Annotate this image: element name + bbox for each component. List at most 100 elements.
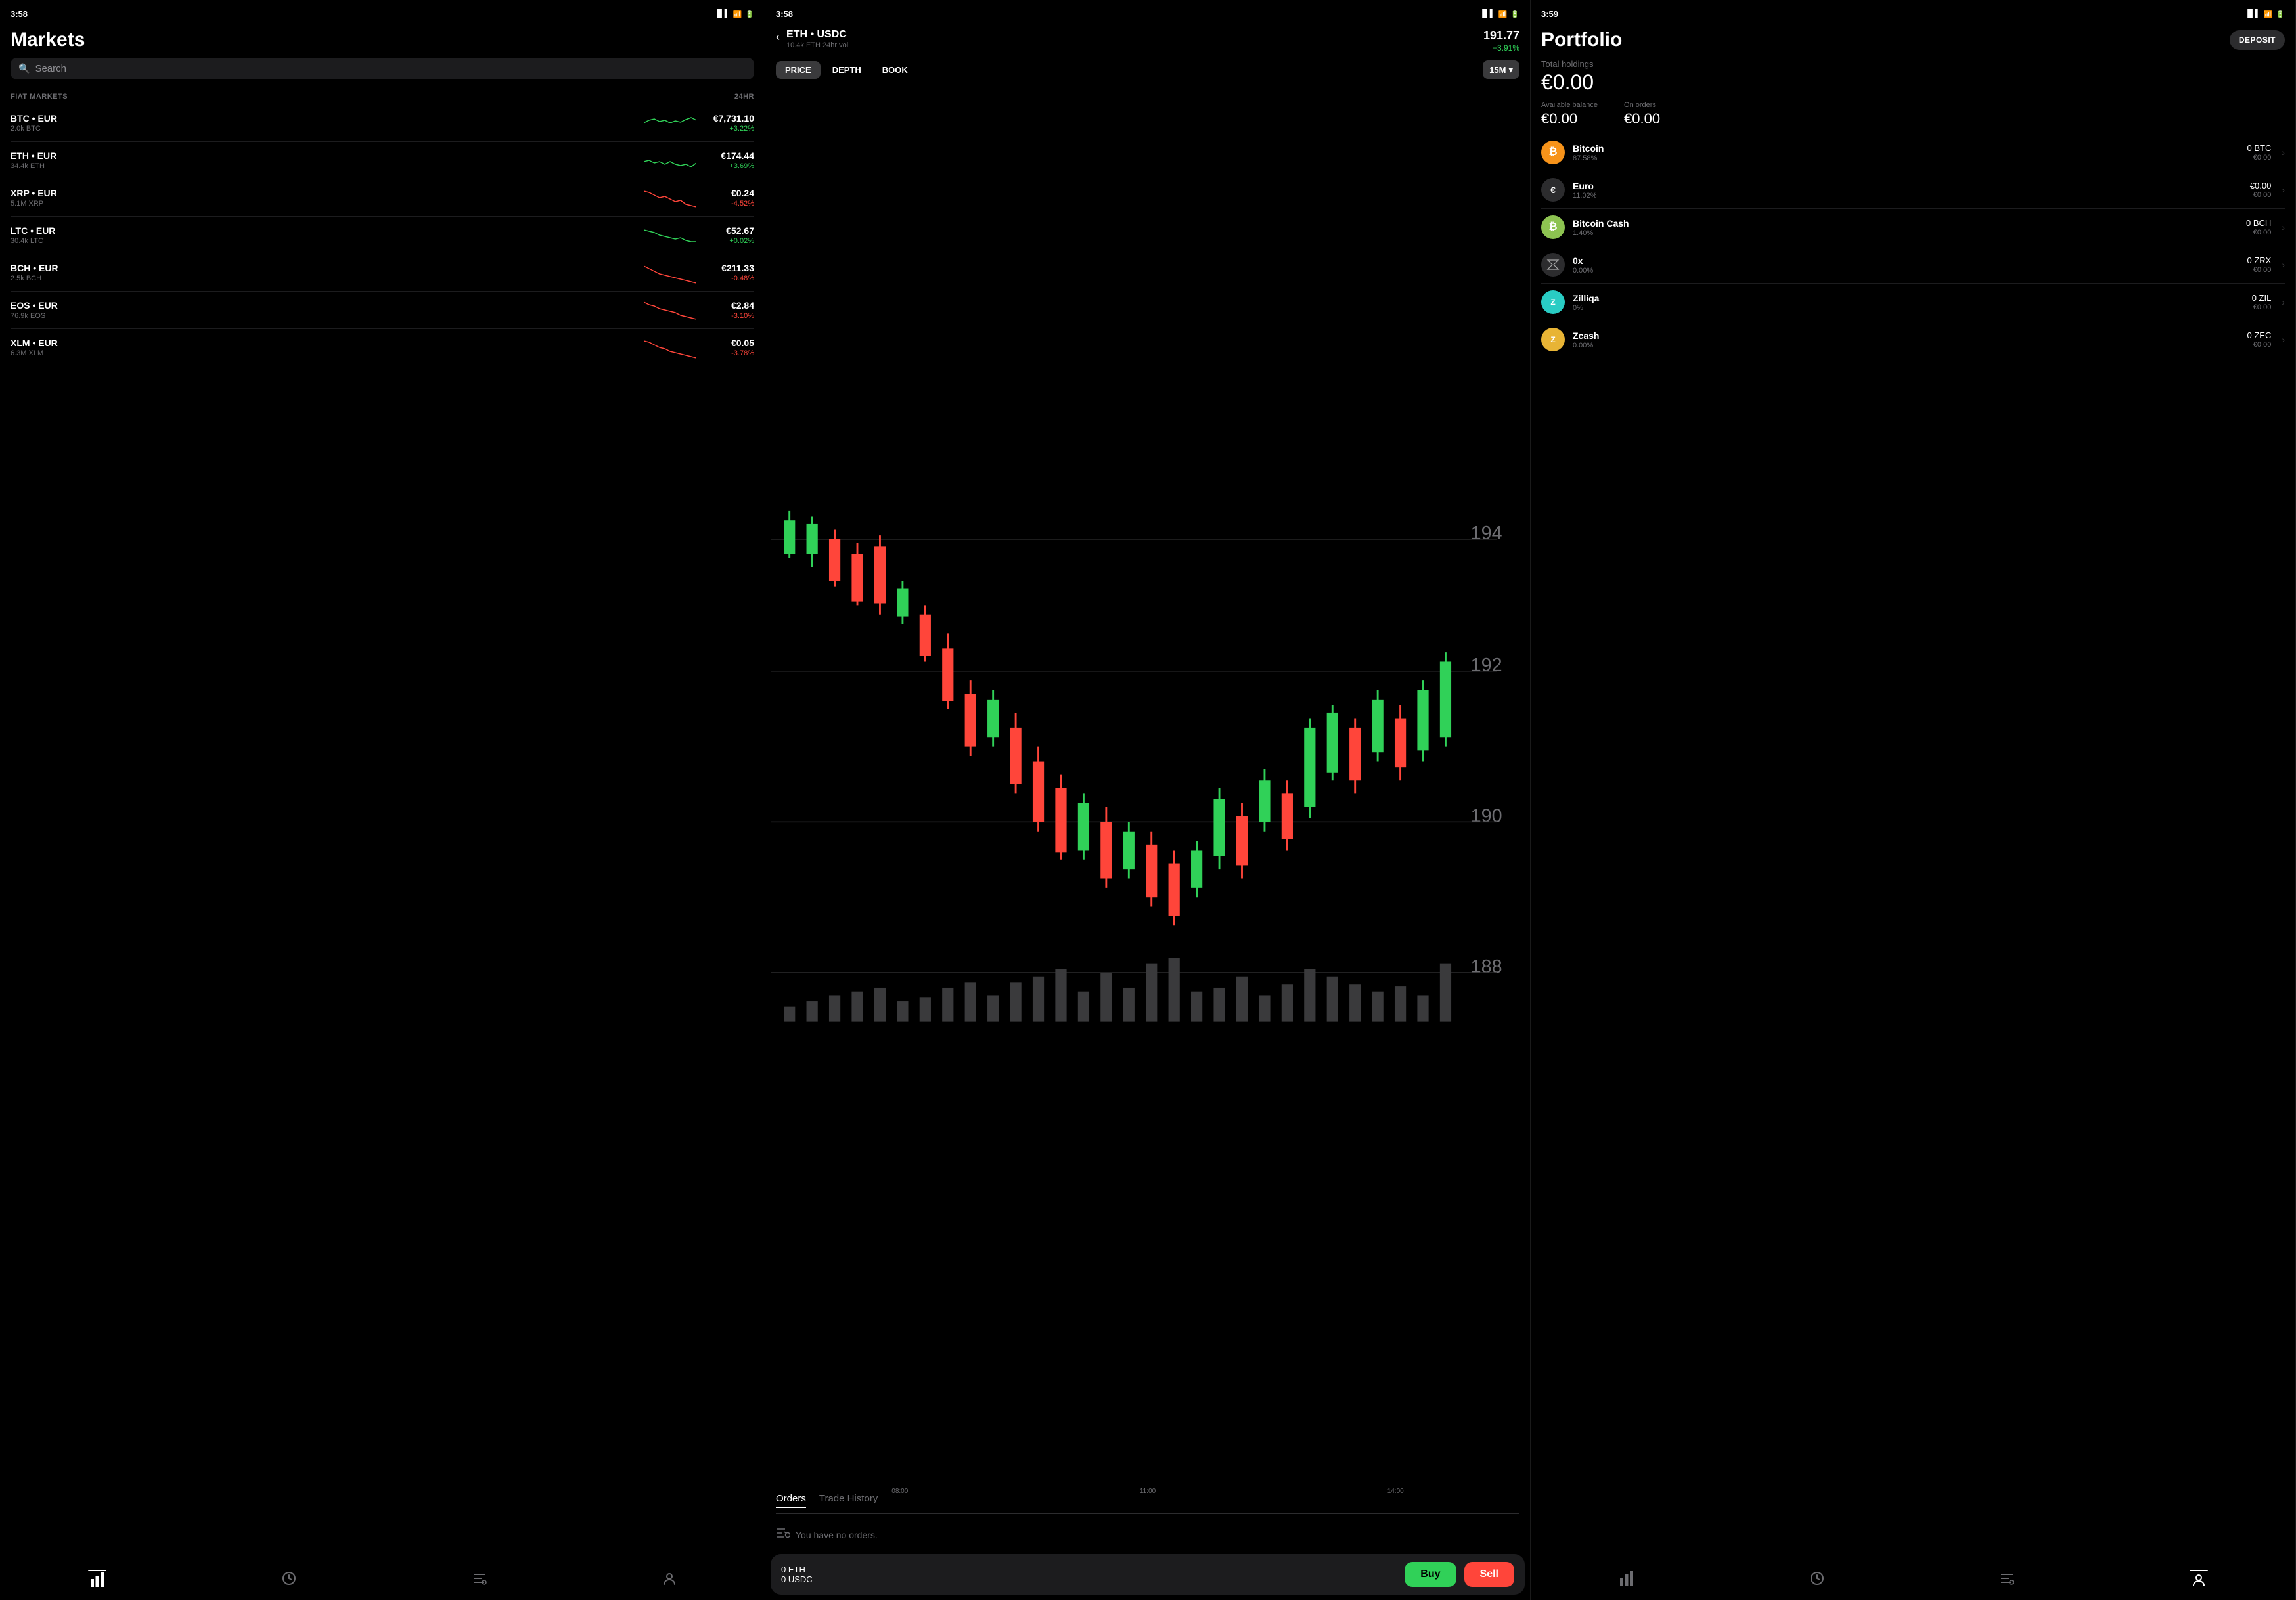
holding-item-zrx[interactable]: 0x 0.00% 0 ZRX €0.00 › [1541, 246, 2285, 284]
search-placeholder: Search [35, 63, 66, 74]
holding-name-btc: Bitcoin [1573, 143, 2239, 154]
market-pair-btc: BTC • EUR [11, 113, 639, 123]
nav-portfolio-chart[interactable] [1619, 1571, 1634, 1586]
portfolio-panel: 3:59 ▐▌▌ 📶 🔋 Portfolio DEPOSIT Total hol… [1531, 0, 2296, 1600]
price-change-xrp: -4.52% [702, 200, 754, 208]
market-item-bch[interactable]: BCH • EUR 2.5k BCH €211.33 -0.48% [11, 254, 754, 292]
chevron-icon-btc: › [2282, 147, 2285, 158]
search-icon: 🔍 [18, 63, 30, 74]
nav-portfolio-orders[interactable] [2000, 1571, 2014, 1586]
deposit-button[interactable]: DEPOSIT [2230, 30, 2285, 50]
price-change-xlm: -3.78% [702, 349, 754, 357]
market-item-eth[interactable]: ETH • EUR 34.4k ETH €174.44 +3.69% [11, 142, 754, 179]
market-pair-ltc: LTC • EUR [11, 225, 639, 236]
chevron-down-icon: ▾ [1508, 64, 1513, 75]
market-price-xrp: €0.24 -4.52% [702, 188, 754, 208]
market-item-ltc[interactable]: LTC • EUR 30.4k LTC €52.67 +0.02% [11, 217, 754, 254]
market-info-xlm: XLM • EUR 6.3M XLM [11, 338, 639, 357]
bottom-nav-markets [0, 1563, 765, 1600]
holding-info-bch: Bitcoin Cash 1.40% [1573, 218, 2238, 237]
chevron-icon-bch: › [2282, 222, 2285, 233]
tab-book[interactable]: BOOK [873, 61, 917, 79]
market-price-ltc: €52.67 +0.02% [702, 225, 754, 245]
market-price-btc: €7,731.10 +3.22% [702, 113, 754, 133]
market-info-eos: EOS • EUR 76.9k EOS [11, 300, 639, 320]
tab-price[interactable]: PRICE [776, 61, 821, 79]
price-value-eth: €174.44 [702, 150, 754, 161]
available-balance-col: Available balance €0.00 [1541, 101, 1598, 127]
available-value: €0.00 [1541, 110, 1598, 127]
markets-panel: 3:58 ▐▌▌ 📶 🔋 Markets 🔍 Search FIAT MARKE… [0, 0, 765, 1600]
nav-markets-history[interactable] [282, 1571, 296, 1586]
holding-eur-zil: €0.00 [2252, 303, 2272, 311]
market-item-btc[interactable]: BTC • EUR 2.0k BTC €7,731.10 +3.22% [11, 104, 754, 142]
status-icons-chart: ▐▌▌ 📶 🔋 [1479, 10, 1519, 18]
price-value-xrp: €0.24 [702, 188, 754, 198]
holding-eur-zec: €0.00 [2247, 341, 2271, 349]
holding-info-zrx: 0x 0.00% [1573, 256, 2239, 275]
status-time-markets: 3:58 [11, 9, 28, 19]
portfolio-header: Portfolio DEPOSIT [1531, 24, 2295, 55]
coin-icon-zil: Z [1541, 290, 1565, 314]
nav-portfolio-history[interactable] [1810, 1571, 1824, 1586]
buy-button[interactable]: Buy [1405, 1562, 1456, 1587]
fiat-markets-label: FIAT MARKETS [11, 93, 68, 100]
battery-icon: 🔋 [745, 10, 754, 18]
nav-portfolio-account[interactable] [2190, 1570, 2208, 1587]
nav-markets-chart[interactable] [88, 1570, 106, 1587]
price-change-eth: +3.69% [702, 162, 754, 170]
tab-depth[interactable]: DEPTH [823, 61, 870, 79]
holding-item-btc[interactable]: ₿ Bitcoin 87.58% 0 BTC €0.00 › [1541, 134, 2285, 171]
market-info-ltc: LTC • EUR 30.4k LTC [11, 225, 639, 245]
coin-icon-btc: ₿ [1541, 141, 1565, 164]
coin-icon-bch: ₿ [1541, 215, 1565, 239]
trade-eth-amount: 0 ETH [781, 1565, 1397, 1574]
holding-item-zec[interactable]: Z Zcash 0.00% 0 ZEC €0.00 › [1541, 321, 2285, 358]
search-bar[interactable]: 🔍 Search [11, 58, 754, 79]
market-pair-xrp: XRP • EUR [11, 188, 639, 198]
holding-eur-btc: €0.00 [2247, 154, 2271, 162]
holding-eur-zrx: €0.00 [2247, 266, 2271, 274]
holding-name-bch: Bitcoin Cash [1573, 218, 2238, 229]
market-item-eos[interactable]: EOS • EUR 76.9k EOS €2.84 -3.10% [11, 292, 754, 329]
chevron-icon-zrx: › [2282, 259, 2285, 270]
bottom-nav-portfolio [1531, 1563, 2295, 1600]
signal-icon-chart: ▐▌▌ [1479, 10, 1495, 18]
coin-icon-zrx [1541, 253, 1565, 277]
holding-name-zil: Zilliqa [1573, 293, 2244, 303]
price-change-bch: -0.48% [702, 275, 754, 282]
holding-item-bch[interactable]: ₿ Bitcoin Cash 1.40% 0 BCH €0.00 › [1541, 209, 2285, 246]
holding-crypto-zrx: 0 ZRX [2247, 256, 2271, 265]
market-item-xlm[interactable]: XLM • EUR 6.3M XLM €0.05 -3.78% [11, 329, 754, 366]
market-item-xrp[interactable]: XRP • EUR 5.1M XRP €0.24 -4.52% [11, 179, 754, 217]
market-price-xlm: €0.05 -3.78% [702, 338, 754, 357]
chart-header: ‹ ETH • USDC 10.4k ETH 24hr vol 191.77 +… [765, 24, 1530, 56]
portfolio-title: Portfolio [1541, 29, 1622, 51]
nav-markets-account[interactable] [662, 1571, 677, 1586]
status-bar-markets: 3:58 ▐▌▌ 📶 🔋 [0, 0, 765, 24]
status-time-portfolio: 3:59 [1541, 9, 1558, 19]
x-label-14: 14:00 [1387, 1488, 1404, 1495]
holding-name-zec: Zcash [1573, 330, 2239, 341]
holding-pct-zil: 0% [1573, 304, 2244, 312]
holding-item-zil[interactable]: Z Zilliqa 0% 0 ZIL €0.00 › [1541, 284, 2285, 321]
market-pair-eos: EOS • EUR [11, 300, 639, 311]
holding-item-eur[interactable]: € Euro 11.02% €0.00 €0.00 › [1541, 171, 2285, 209]
holding-info-btc: Bitcoin 87.58% [1573, 143, 2239, 162]
timeframe-selector[interactable]: 15M ▾ [1483, 60, 1519, 79]
chart-btc [644, 111, 696, 135]
back-button[interactable]: ‹ [776, 30, 780, 44]
no-orders-icon [776, 1527, 790, 1542]
wifi-icon-chart: 📶 [1498, 10, 1508, 18]
market-price-eos: €2.84 -3.10% [702, 300, 754, 320]
section-header-fiat: FIAT MARKETS 24HR [0, 83, 765, 104]
holding-info-eur: Euro 11.02% [1573, 181, 2242, 200]
chevron-icon-eur: › [2282, 185, 2285, 195]
sell-button[interactable]: Sell [1464, 1562, 1514, 1587]
holding-name-eur: Euro [1573, 181, 2242, 191]
market-vol-btc: 2.0k BTC [11, 125, 639, 133]
nav-markets-orders[interactable] [472, 1571, 487, 1586]
svg-text:194: 194 [1471, 523, 1502, 544]
chart-price: 191.77 [1483, 29, 1519, 43]
trade-usdc-amount: 0 USDC [781, 1574, 1397, 1584]
